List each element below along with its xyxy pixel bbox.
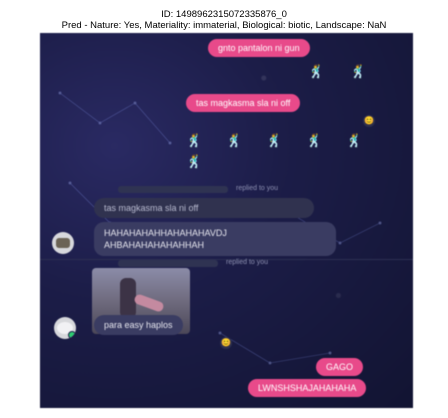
reply-name-bar	[118, 260, 218, 267]
quoted-message[interactable]: tas magkasma sla ni off	[94, 198, 314, 218]
caption-id: ID: 1498962315072335876_0	[161, 9, 287, 20]
dancer-emoji-icon: 🕺	[226, 133, 243, 148]
caption-prediction: Pred - Nature: Yes, Materiality: immater…	[61, 20, 387, 31]
message-incoming[interactable]: HAHAHAHAHHAHAHAHAVDJ AHBAHAHAHAHAHHAH	[94, 222, 336, 256]
dancer-emoji-icon: 🕺	[186, 154, 203, 169]
chat-screenshot: gnto pantalon ni gun 🕺 🕺 tas magkasma sl…	[40, 33, 413, 408]
dancer-emoji-icon: 🕺	[186, 133, 203, 148]
dancer-emoji-icon: 🕺	[266, 133, 283, 148]
dancer-emoji-icon: 🕺	[346, 133, 363, 148]
reply-name-bar	[118, 186, 228, 193]
replied-label: replied to you	[236, 185, 279, 192]
reaction-icon: 😊	[363, 115, 375, 127]
dancer-emoji-icon: 🕺	[350, 64, 367, 79]
replied-label: replied to you	[226, 259, 269, 266]
message-outgoing[interactable]: GAGO	[316, 358, 364, 376]
avatar[interactable]	[52, 232, 74, 254]
message-outgoing[interactable]: gnto pantalon ni gun	[208, 39, 310, 57]
dancer-emoji-icon: 🕺	[308, 64, 325, 79]
dancer-emoji-icon: 🕺	[306, 133, 323, 148]
message-incoming[interactable]: para easy haplos	[94, 315, 183, 335]
message-outgoing[interactable]: tas magkasma sla ni off	[186, 94, 301, 112]
message-outgoing[interactable]: LWNSHSHAJAHAHAHA	[248, 379, 367, 397]
avatar[interactable]	[54, 317, 76, 339]
constellation-background	[58, 91, 382, 365]
reaction-icon: 😊	[220, 337, 232, 349]
